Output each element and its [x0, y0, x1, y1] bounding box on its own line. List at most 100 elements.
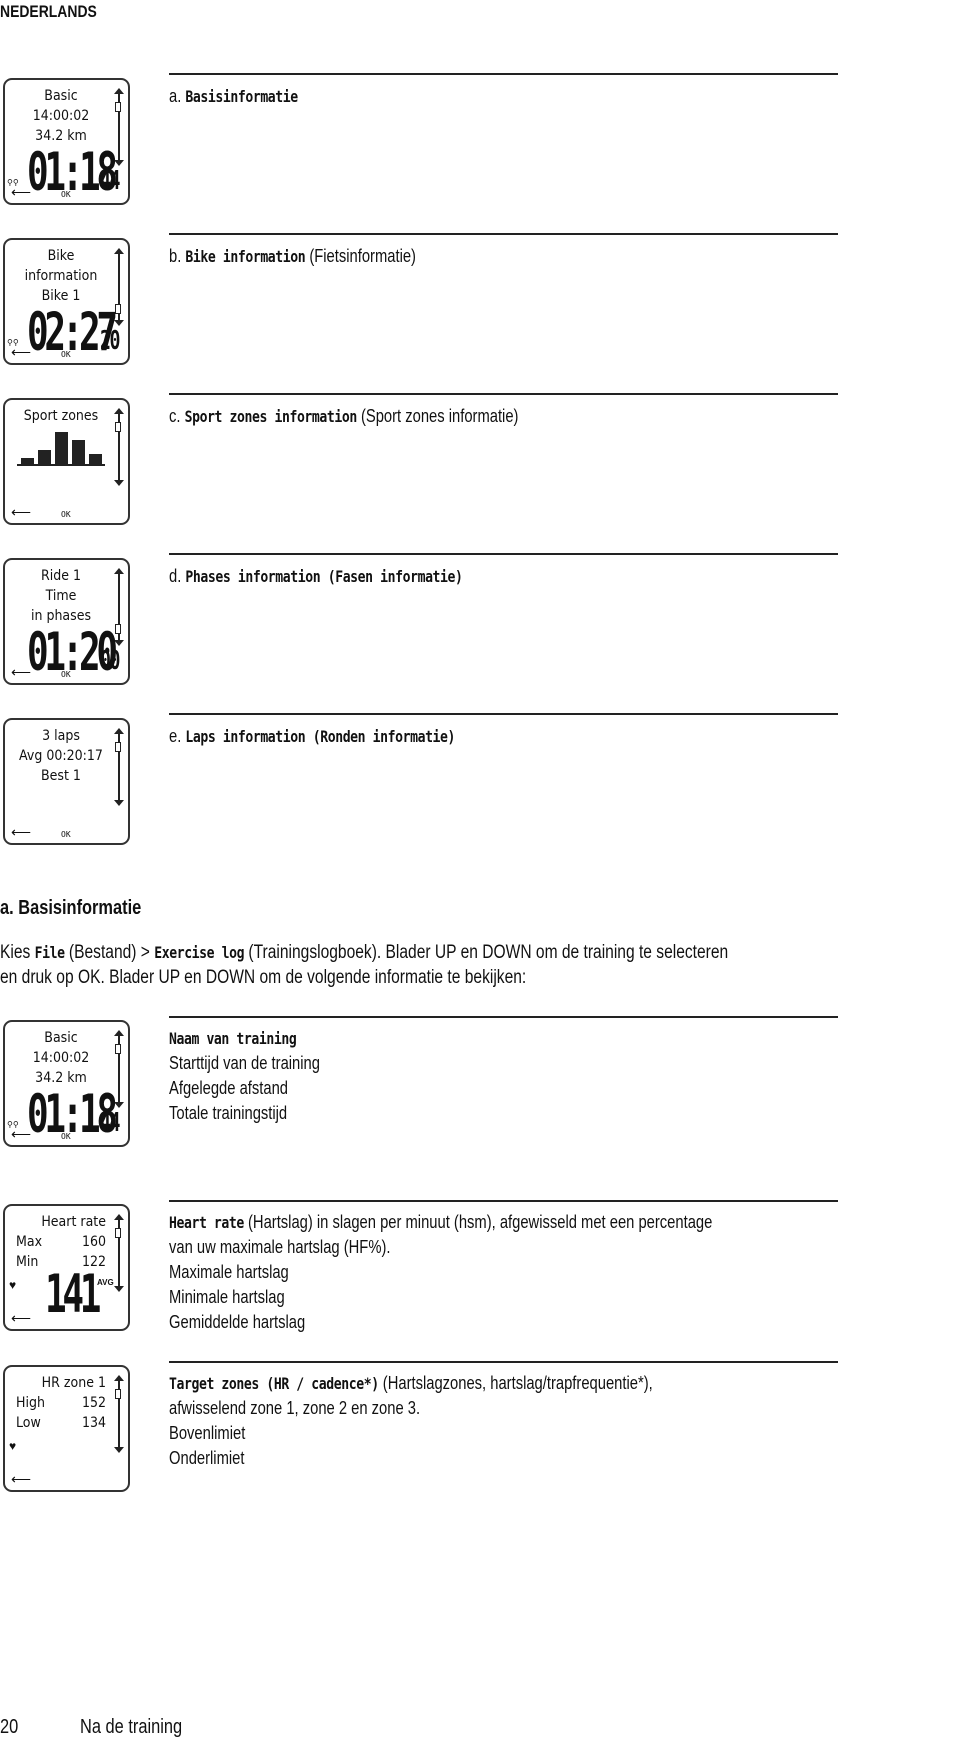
display-small-value: 20 — [100, 326, 121, 356]
detail-line-text: Afgelegde afstand — [169, 1078, 289, 1098]
detail-line: Minimale hartslag — [169, 1287, 310, 1308]
display-row: Low 134 — [16, 1415, 106, 1431]
back-arrow-icon: ⟵ — [11, 824, 32, 840]
row-label: Min — [16, 1254, 39, 1270]
divider — [169, 393, 838, 395]
watch-display-phases: Ride 1 Time in phases 01:20 00 ⟵ OK — [3, 558, 130, 685]
watch-display-laps: 3 laps Avg 00:20:17 Best 1 ⟵ OK — [3, 718, 130, 845]
ok-label: OK — [61, 510, 71, 519]
page-number: 20 — [0, 1716, 19, 1738]
zone-bar — [89, 454, 102, 464]
scroll-indicator — [114, 568, 124, 646]
display-line: Time — [45, 588, 77, 604]
intro-paragraph-line2: en druk op OK. Blader UP en DOWN om de v… — [0, 967, 527, 988]
detail-line: van uw maximale hartslag (HF%). — [169, 1237, 439, 1258]
ok-label: OK — [61, 670, 71, 679]
menu-item-laps: e. Laps information (Ronden informatie) — [169, 726, 518, 747]
scroll-thumb — [115, 742, 121, 752]
display-line: Basic — [44, 88, 78, 104]
item-term: Laps information (Ronden informatie) — [185, 727, 456, 746]
item-term: Phases information (Fasen informatie) — [185, 567, 463, 586]
detail-term: Target zones (HR / cadence*) — [169, 1374, 379, 1393]
item-term: Sport zones information — [184, 407, 358, 426]
watch-display-sport: Sport zones ⟵ OK — [3, 398, 130, 525]
detail-line: Onderlimiet — [169, 1448, 261, 1469]
row-label: Low — [16, 1415, 41, 1431]
display-row: High 152 — [16, 1395, 106, 1411]
detail-heading: Target zones (HR / cadence*) (Hartslagzo… — [169, 1373, 759, 1394]
item-prefix: d. — [169, 566, 182, 586]
detail-line-text: Gemiddelde hartslag — [169, 1312, 306, 1332]
menu-item-phases: d. Phases information (Fasen informatie) — [169, 566, 527, 587]
detail-line-text: afwisselend zone 1, zone 2 en zone 3. — [169, 1398, 421, 1418]
detail-line-text: van uw maximale hartslag (HF%). — [169, 1237, 391, 1257]
divider — [169, 73, 838, 75]
scroll-thumb — [115, 304, 121, 314]
menu-item-basic: a. Basisinformatie — [169, 86, 326, 107]
display-line: 14:00:02 — [32, 1050, 90, 1066]
display-line: Bike — [47, 248, 75, 264]
section-title: a. Basisinformatie — [0, 897, 142, 919]
zone-bar-chart — [17, 430, 105, 466]
scroll-indicator — [114, 408, 124, 486]
divider — [169, 233, 838, 235]
detail-line-text: Bovenlimiet — [169, 1423, 246, 1443]
detail-term: Heart rate — [169, 1213, 244, 1232]
scroll-thumb — [115, 624, 121, 634]
divider — [169, 713, 838, 715]
back-arrow-icon: ⟵ — [11, 1126, 32, 1142]
display-line: Avg 00:20:17 — [19, 748, 103, 764]
scroll-indicator — [114, 248, 124, 326]
display-small-value: 44 — [100, 166, 121, 196]
back-arrow-icon: ⟵ — [11, 504, 32, 520]
detail-line-text: Maximale hartslag — [169, 1262, 289, 1282]
scroll-indicator — [114, 1030, 124, 1108]
language-header: NEDERLANDS — [0, 2, 97, 21]
divider — [169, 1200, 838, 1202]
item-prefix: c. — [169, 406, 181, 426]
zone-bar — [21, 457, 34, 464]
detail-line-text: Starttijd van de training — [169, 1053, 320, 1073]
watch-display-basic: Basic 14:00:02 34.2 km 01:18 44 ⚲⚲ ⟵ OK — [3, 78, 130, 205]
back-arrow-icon: ⟵ — [11, 1471, 32, 1487]
row-value: 160 — [81, 1234, 106, 1250]
detail-term: Naam van training — [169, 1029, 297, 1048]
divider — [169, 553, 838, 555]
divider — [169, 1016, 838, 1018]
display-line: 3 laps — [42, 728, 80, 744]
display-row: Max 160 — [16, 1234, 106, 1250]
detail-line: Afgelegde afstand — [169, 1078, 314, 1099]
item-prefix: b. — [169, 246, 182, 266]
scroll-thumb — [115, 1389, 121, 1399]
ok-label: OK — [61, 830, 71, 839]
row-value: 152 — [81, 1395, 106, 1411]
heart-icon: ♥ — [9, 1278, 17, 1292]
detail-line-text: Totale trainingstijd — [169, 1103, 288, 1123]
display-small-value: 44 — [100, 1108, 121, 1138]
zone-bar — [55, 432, 68, 464]
item-description: (Fietsinformatie) — [305, 246, 416, 266]
detail-line: afwisselend zone 1, zone 2 en zone 3. — [169, 1398, 475, 1419]
display-line: Sport zones — [23, 408, 99, 424]
item-term: Bike information — [185, 247, 306, 266]
detail-line-text: Onderlimiet — [169, 1448, 245, 1468]
back-arrow-icon: ⟵ — [11, 184, 32, 200]
watch-display-zone: HR zone 1 High 152 Low 134 ♥ ⟵ — [3, 1365, 130, 1492]
detail-description: (Hartslagzones, hartslag/trapfrequentie*… — [378, 1373, 653, 1393]
display-title: HR zone 1 — [41, 1375, 106, 1391]
display-line: 14:00:02 — [32, 108, 90, 124]
item-term: Basisinformatie — [185, 87, 298, 106]
intro-paragraph: Kies File (Bestand) > Exercise log (Trai… — [0, 942, 729, 963]
scroll-thumb — [115, 422, 121, 432]
watch-display-basic: Basic 14:00:02 34.2 km 01:18 44 ⚲⚲ ⟵ OK — [3, 1020, 130, 1147]
ok-label: OK — [61, 190, 71, 199]
menu-item-sport: c. Sport zones information (Sport zones … — [169, 406, 595, 427]
back-arrow-icon: ⟵ — [11, 1310, 32, 1326]
scroll-indicator — [114, 1375, 124, 1453]
display-line: Ride 1 — [40, 568, 82, 584]
detail-line-text: Minimale hartslag — [169, 1287, 285, 1307]
scroll-thumb — [115, 1228, 121, 1238]
detail-line: Maximale hartslag — [169, 1262, 315, 1283]
item-prefix: e. — [169, 726, 182, 746]
row-label: Max — [16, 1234, 43, 1250]
